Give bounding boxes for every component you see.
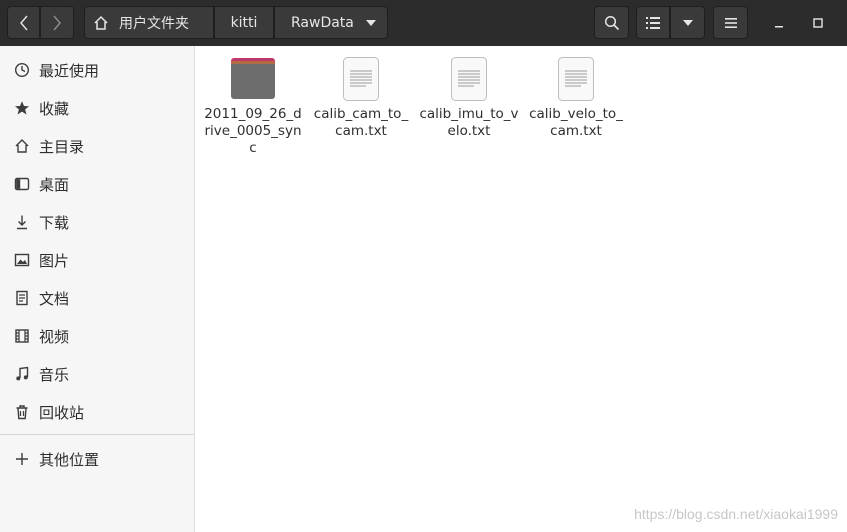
music-icon <box>13 365 31 383</box>
breadcrumb-rawdata-label: RawData <box>291 14 354 31</box>
file-name: calib_imu_to_velo.txt <box>419 106 519 139</box>
chevron-left-icon <box>19 15 28 30</box>
list-view-button[interactable] <box>636 6 670 39</box>
sidebar-item-label: 桌面 <box>39 175 70 194</box>
file-item-calib-imu-to-velo[interactable]: calib_imu_to_velo.txt <box>419 54 519 140</box>
download-icon <box>13 213 31 231</box>
view-options-button[interactable] <box>670 6 705 39</box>
sidebar-item-label: 视频 <box>39 327 70 346</box>
sidebar-item-home[interactable]: 主目录 <box>0 127 194 165</box>
breadcrumb-home[interactable]: 用户文件夹 <box>84 6 214 39</box>
breadcrumb-home-label: 用户文件夹 <box>119 15 189 32</box>
sidebar-item-trash[interactable]: 回收站 <box>0 393 194 431</box>
desktop-icon <box>13 175 31 193</box>
plus-icon <box>13 450 31 468</box>
sidebar-divider <box>0 434 194 435</box>
sidebar-item-label: 收藏 <box>39 99 70 118</box>
file-name: calib_velo_to_cam.txt <box>529 106 623 139</box>
star-icon <box>13 99 31 117</box>
pictures-icon <box>13 251 31 269</box>
video-icon <box>13 327 31 345</box>
sidebar-item-label: 主目录 <box>39 137 85 156</box>
chevron-down-icon <box>682 19 693 26</box>
header-bar: 用户文件夹 kitti RawData <box>0 0 847 46</box>
chevron-right-icon <box>53 15 61 30</box>
hamburger-icon <box>724 17 737 28</box>
sidebar-item-label: 其他位置 <box>39 450 100 469</box>
list-view-icon <box>646 16 660 29</box>
sidebar-item-videos[interactable]: 视频 <box>0 317 194 355</box>
forward-button[interactable] <box>40 6 74 39</box>
sidebar-item-starred[interactable]: 收藏 <box>0 89 194 127</box>
breadcrumb-kitti-label: kitti <box>230 14 258 31</box>
sidebar-item-downloads[interactable]: 下载 <box>0 203 194 241</box>
home-icon <box>13 137 31 155</box>
sidebar-item-label: 文档 <box>39 289 70 308</box>
sidebar-item-desktop[interactable]: 桌面 <box>0 165 194 203</box>
maximize-button[interactable] <box>803 8 833 38</box>
file-item-calib-cam-to-cam[interactable]: calib_cam_to_cam.txt <box>311 54 411 140</box>
minimize-icon <box>775 26 783 28</box>
maximize-icon <box>813 18 823 28</box>
file-item-folder[interactable]: 2011_09_26_drive_0005_sync <box>203 54 303 157</box>
sidebar-item-other-locations[interactable]: 其他位置 <box>0 440 194 478</box>
home-icon <box>94 15 108 30</box>
back-button[interactable] <box>7 6 40 39</box>
sidebar-item-label: 下载 <box>39 213 70 232</box>
text-file-icon <box>341 54 381 102</box>
text-file-icon <box>556 54 596 102</box>
text-file-icon <box>449 54 489 102</box>
documents-icon <box>13 289 31 307</box>
sidebar-item-pictures[interactable]: 图片 <box>0 241 194 279</box>
minimize-button[interactable] <box>764 8 794 38</box>
file-name: calib_cam_to_cam.txt <box>313 106 409 139</box>
search-button[interactable] <box>594 6 629 39</box>
sidebar-item-label: 回收站 <box>39 403 85 422</box>
sidebar-item-label: 最近使用 <box>39 61 100 80</box>
trash-icon <box>13 403 31 421</box>
clock-icon <box>13 61 31 79</box>
file-item-calib-velo-to-cam[interactable]: calib_velo_to_cam.txt <box>526 54 626 140</box>
watermark: https://blog.csdn.net/xiaokai1999 <box>634 506 838 522</box>
sidebar: 最近使用 收藏 主目录 桌面 下载 图片 文档 视频 音乐 回收站 其他位置 <box>0 46 195 532</box>
file-name: 2011_09_26_drive_0005_sync <box>204 106 302 156</box>
folder-icon <box>229 54 277 102</box>
breadcrumb-rawdata[interactable]: RawData <box>274 6 388 39</box>
sidebar-item-recent[interactable]: 最近使用 <box>0 51 194 89</box>
sidebar-item-documents[interactable]: 文档 <box>0 279 194 317</box>
search-icon <box>604 15 619 30</box>
breadcrumb-kitti[interactable]: kitti <box>214 6 274 39</box>
sidebar-item-label: 音乐 <box>39 365 70 384</box>
file-view: 2011_09_26_drive_0005_sync calib_cam_to_… <box>196 46 847 532</box>
chevron-down-icon <box>366 20 376 26</box>
menu-button[interactable] <box>713 6 748 39</box>
sidebar-item-label: 图片 <box>39 251 70 270</box>
sidebar-item-music[interactable]: 音乐 <box>0 355 194 393</box>
